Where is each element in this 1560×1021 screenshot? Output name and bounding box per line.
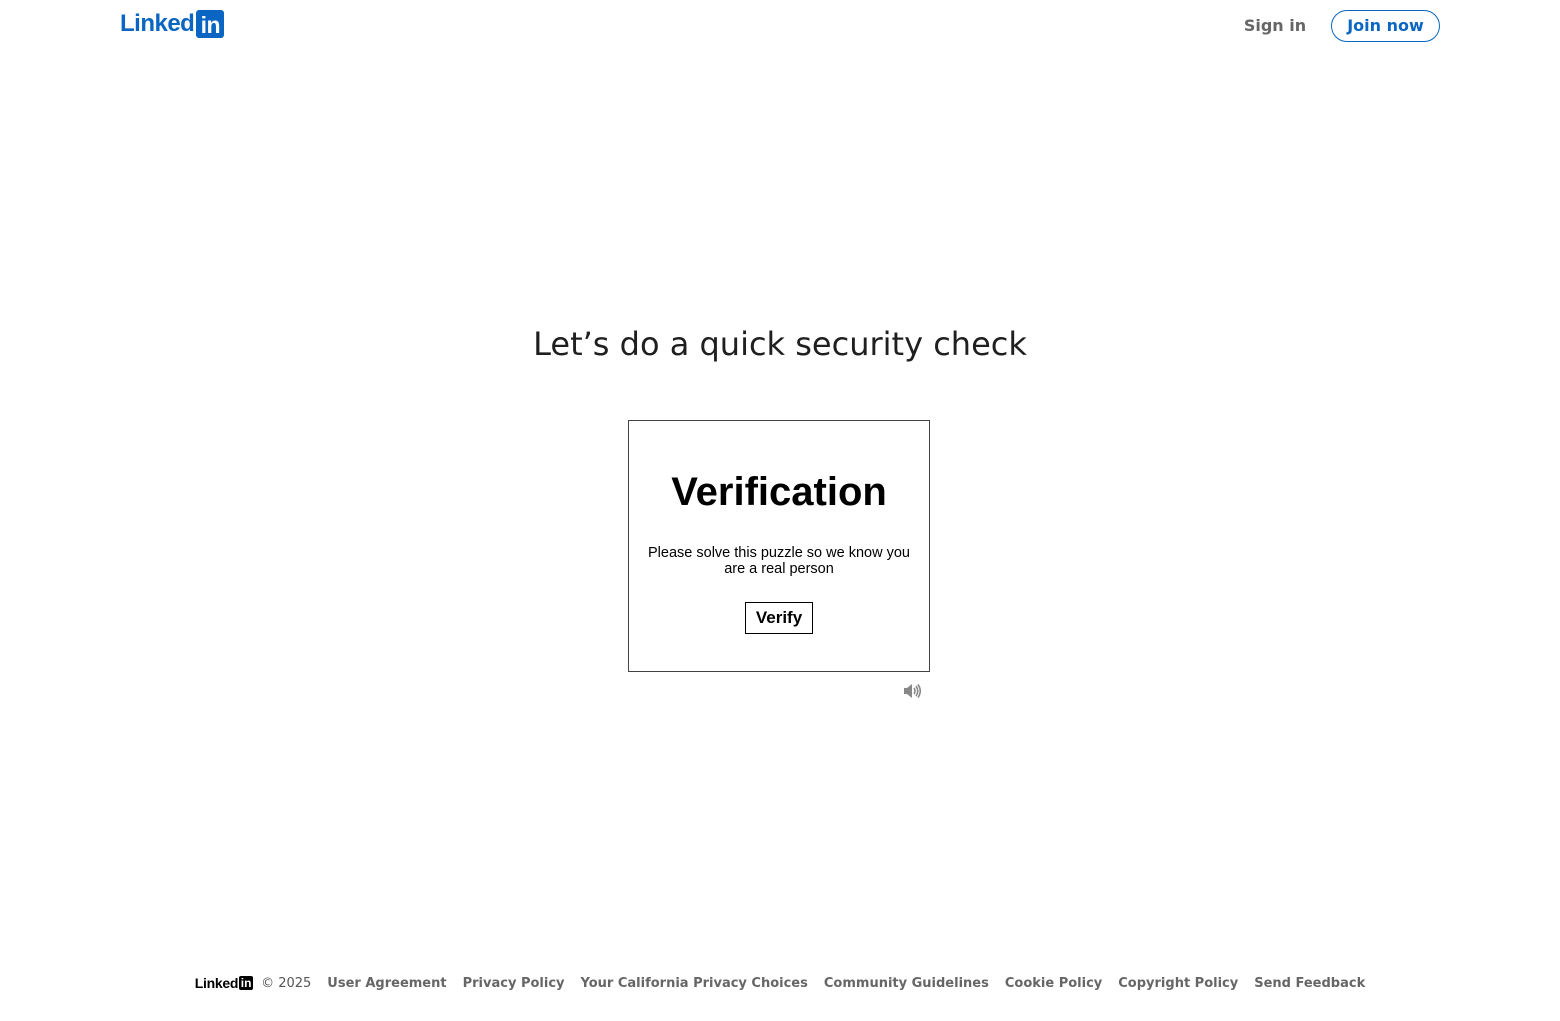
captcha-description: Please solve this puzzle so we know you … [648,545,910,577]
join-now-button[interactable]: Join now [1331,10,1440,42]
logo-in-box: in [196,10,225,38]
footer-link-community-guidelines[interactable]: Community Guidelines [824,976,989,991]
logo-wordmark: Linked [120,10,195,37]
footer-link-send-feedback[interactable]: Send Feedback [1254,976,1365,991]
footer-logo-in-box: in [239,976,254,990]
footer-logo-wordmark: Linked [194,975,239,991]
footer-link-copyright-policy[interactable]: Copyright Policy [1118,976,1238,991]
captcha-frame: Verification Please solve this puzzle so… [628,420,930,672]
footer-linkedin-logo[interactable]: Linked in [194,975,254,991]
linkedin-logo[interactable]: Linked in [120,10,225,38]
captcha-title: Verification [671,470,887,514]
verify-button[interactable]: Verify [745,602,813,634]
sign-in-link[interactable]: Sign in [1230,10,1320,42]
footer-link-privacy-policy[interactable]: Privacy Policy [463,976,565,991]
footer-link-california-privacy[interactable]: Your California Privacy Choices [581,976,808,991]
footer-link-user-agreement[interactable]: User Agreement [327,976,446,991]
top-nav: Linked in Sign in Join now [0,0,1560,52]
footer-copyright: © 2025 [261,975,312,991]
footer-link-cookie-policy[interactable]: Cookie Policy [1005,976,1102,991]
page-title: Let’s do a quick security check [533,325,1027,363]
footer: Linked in © 2025 User Agreement Privacy … [0,975,1560,991]
speaker-icon[interactable] [903,683,923,699]
